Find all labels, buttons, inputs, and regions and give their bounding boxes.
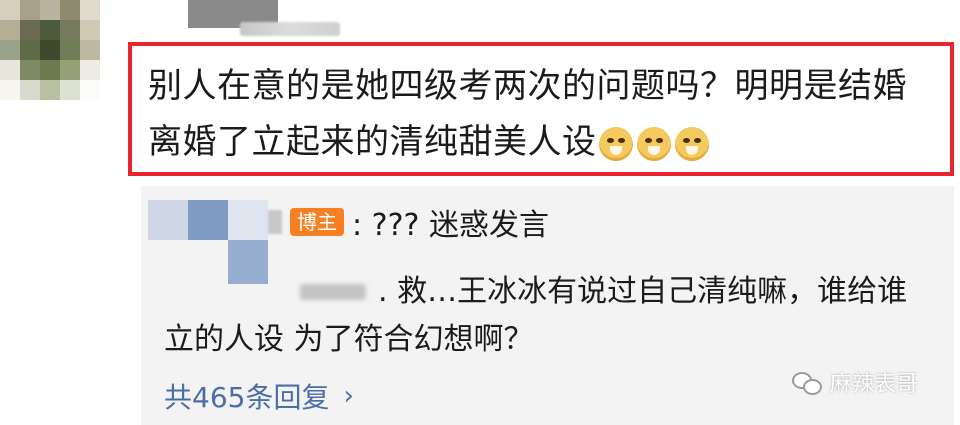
comment-text: 别人在意的是她四级考两次的问题吗？明明是结婚离婚了立起来的清纯甜美人设 (148, 58, 940, 170)
comment-body: 别人在意的是她四级考两次的问题吗？明明是结婚离婚了立起来的清纯甜美人设 (148, 66, 907, 162)
chevron-right-icon: › (343, 381, 354, 411)
reply-item[interactable]: 博主 : ??? 迷惑发言 (150, 197, 549, 247)
watermark-text: 麻辣表哥 (829, 372, 918, 397)
avatar[interactable] (0, 0, 100, 100)
wechat-icon (791, 370, 822, 395)
watermark: 麻辣表哥 (791, 366, 918, 398)
reply-text: : ??? 迷惑发言 (352, 208, 549, 243)
reply-item[interactable]: . 救…王冰冰有说过自己清纯嘛，谁给谁 立的人设 为了符合幻想啊？ (164, 268, 944, 364)
dog-emoji-icon (598, 126, 633, 161)
author-badge: 博主 (290, 208, 344, 236)
highlighted-comment: 别人在意的是她四级考两次的问题吗？明明是结婚离婚了立起来的清纯甜美人设 (128, 42, 954, 176)
dog-emoji-icon (636, 126, 671, 161)
total-replies-label: 共465条回复 (164, 381, 330, 414)
view-all-replies-link[interactable]: 共465条回复 › (164, 376, 354, 416)
dog-emoji-icon (674, 126, 709, 161)
emoji-row (598, 126, 709, 161)
username-blur (240, 22, 340, 36)
reply-text-line: 立的人设 为了符合幻想啊？ (164, 322, 534, 357)
reply-text-line: . 救…王冰冰有说过自己清纯嘛，谁给谁 (378, 274, 908, 309)
